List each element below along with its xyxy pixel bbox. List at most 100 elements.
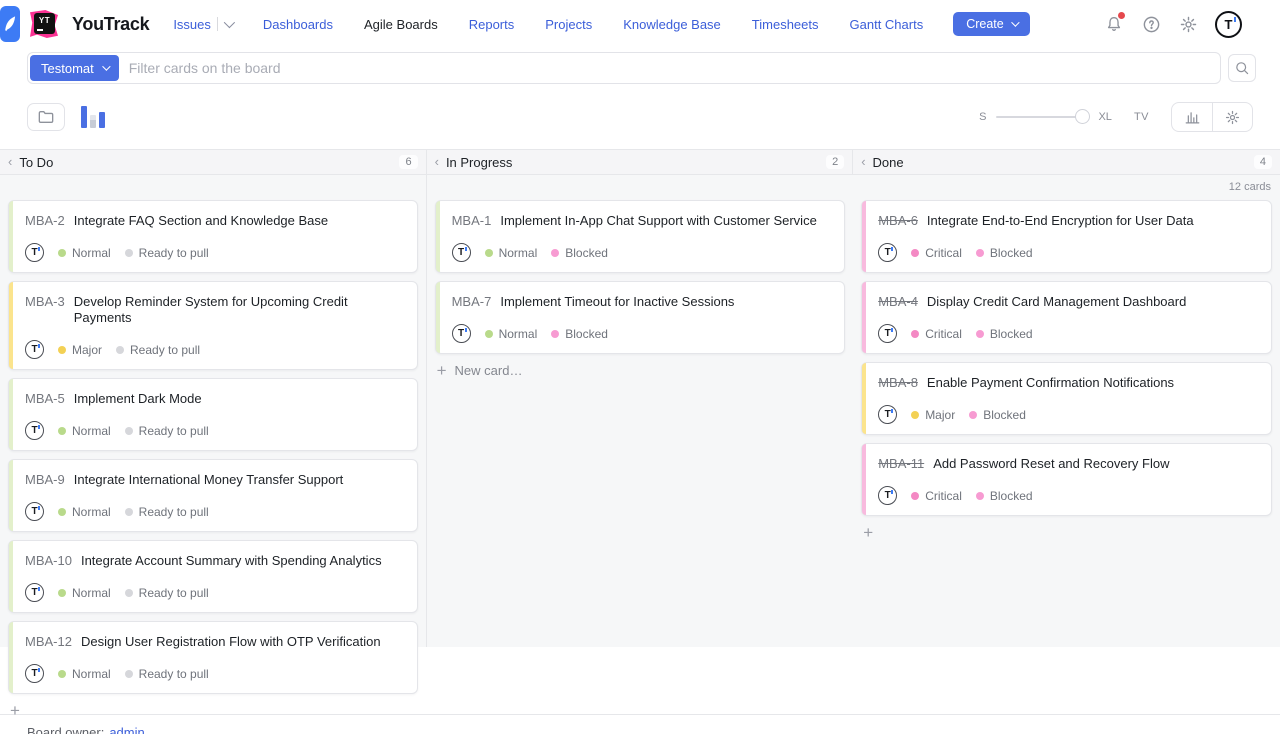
user-avatar[interactable]: T xyxy=(1215,11,1242,38)
issue-id[interactable]: MBA-9 xyxy=(25,472,65,488)
state-field[interactable]: Blocked xyxy=(969,408,1026,422)
chevron-down-icon[interactable] xyxy=(224,17,235,28)
priority-field[interactable]: Normal xyxy=(485,327,538,341)
card[interactable]: MBA-11 Add Password Reset and Recovery Fl… xyxy=(861,443,1272,516)
state-field[interactable]: Blocked xyxy=(976,489,1033,503)
card[interactable]: MBA-8 Enable Payment Confirmation Notific… xyxy=(861,362,1272,435)
card[interactable]: MBA-9 Integrate International Money Trans… xyxy=(8,459,418,532)
issue-title[interactable]: Design User Registration Flow with OTP V… xyxy=(81,634,381,650)
issue-title[interactable]: Display Credit Card Management Dashboard xyxy=(927,294,1186,310)
card[interactable]: MBA-12Design User Registration Flow with… xyxy=(8,621,418,694)
issue-title[interactable]: Add Password Reset and Recovery Flow xyxy=(933,456,1169,472)
issue-id[interactable]: MBA-11 xyxy=(878,456,924,472)
nav-agile-boards[interactable]: Agile Boards xyxy=(364,17,438,32)
card[interactable]: MBA-4 Display Credit Card Management Dash… xyxy=(861,281,1272,354)
issue-title[interactable]: Integrate Account Summary with Spending … xyxy=(81,553,382,569)
state-field[interactable]: Ready to pull xyxy=(125,424,209,438)
toolbox-feather-icon[interactable] xyxy=(0,6,20,42)
card[interactable]: MBA-6 Integrate End-to-End Encryption for… xyxy=(861,200,1272,273)
priority-field[interactable]: Major xyxy=(58,343,102,357)
state-field[interactable]: Blocked xyxy=(551,327,608,341)
slider-handle[interactable] xyxy=(1075,109,1090,124)
priority-field[interactable]: Critical xyxy=(911,489,962,503)
issue-title[interactable]: Implement Dark Mode xyxy=(74,391,202,407)
assignee-avatar[interactable]: T xyxy=(25,502,44,521)
issue-id[interactable]: MBA-3 xyxy=(25,294,65,310)
settings-gear-icon[interactable] xyxy=(1178,14,1198,34)
card[interactable]: MBA-10Integrate Account Summary with Spe… xyxy=(8,540,418,613)
issue-title[interactable]: Enable Payment Confirmation Notification… xyxy=(927,375,1174,391)
new-card-button[interactable]: +New card… xyxy=(437,362,846,379)
priority-field[interactable]: Normal xyxy=(485,246,538,260)
priority-field[interactable]: Critical xyxy=(911,327,962,341)
issue-title[interactable]: Implement In-App Chat Support with Custo… xyxy=(500,213,816,229)
state-field[interactable]: Ready to pull xyxy=(125,586,209,600)
issue-id[interactable]: MBA-2 xyxy=(25,213,65,229)
issue-title[interactable]: Develop Reminder System for Upcoming Cre… xyxy=(74,294,405,326)
card[interactable]: MBA-2 Integrate FAQ Section and Knowledge… xyxy=(8,200,418,273)
assignee-avatar[interactable]: T xyxy=(25,340,44,359)
state-field[interactable]: Blocked xyxy=(976,246,1033,260)
board-columns-icon[interactable] xyxy=(81,106,105,128)
state-field[interactable]: Ready to pull xyxy=(125,505,209,519)
new-card-button[interactable]: + xyxy=(10,702,418,719)
nav-gantt-charts[interactable]: Gantt Charts xyxy=(850,17,924,32)
priority-field[interactable]: Normal xyxy=(58,424,111,438)
new-card-button[interactable]: + xyxy=(863,524,1272,541)
assignee-avatar[interactable]: T xyxy=(878,243,897,262)
assignee-avatar[interactable]: T xyxy=(452,243,471,262)
issue-id[interactable]: MBA-7 xyxy=(452,294,492,310)
assignee-avatar[interactable]: T xyxy=(878,486,897,505)
nav-issues[interactable]: Issues xyxy=(173,17,232,32)
priority-field[interactable]: Normal xyxy=(58,667,111,681)
board-owner-link[interactable]: admin xyxy=(109,725,144,734)
assignee-avatar[interactable]: T xyxy=(452,324,471,343)
card[interactable]: MBA-3 Develop Reminder System for Upcomin… xyxy=(8,281,418,370)
chart-histogram-icon[interactable] xyxy=(1172,103,1212,131)
assignee-avatar[interactable]: T xyxy=(878,405,897,424)
assignee-avatar[interactable]: T xyxy=(878,324,897,343)
priority-field[interactable]: Normal xyxy=(58,505,111,519)
issue-title[interactable]: Integrate FAQ Section and Knowledge Base xyxy=(74,213,328,229)
issue-title[interactable]: Implement Timeout for Inactive Sessions xyxy=(500,294,734,310)
notifications-bell-icon[interactable] xyxy=(1104,14,1124,34)
assignee-avatar[interactable]: T xyxy=(25,664,44,683)
state-field[interactable]: Ready to pull xyxy=(125,246,209,260)
card-size-slider[interactable] xyxy=(996,109,1088,125)
tv-mode-button[interactable]: TV xyxy=(1134,111,1149,123)
board-selector-button[interactable]: Testomat xyxy=(30,55,119,81)
issue-id[interactable]: MBA-4 xyxy=(878,294,918,310)
issue-title[interactable]: Integrate End-to-End Encryption for User… xyxy=(927,213,1194,229)
create-button[interactable]: Create xyxy=(953,12,1030,36)
priority-field[interactable]: Normal xyxy=(58,246,111,260)
collapse-column-icon[interactable]: ‹ xyxy=(861,155,865,168)
priority-field[interactable]: Major xyxy=(911,408,955,422)
youtrack-logo-icon[interactable]: YT xyxy=(28,7,62,41)
card[interactable]: MBA-7 Implement Timeout for Inactive Sess… xyxy=(435,281,846,354)
search-button[interactable] xyxy=(1228,54,1256,82)
nav-knowledge-base[interactable]: Knowledge Base xyxy=(623,17,721,32)
issue-id[interactable]: MBA-8 xyxy=(878,375,918,391)
folder-icon[interactable] xyxy=(27,103,65,131)
issue-id[interactable]: MBA-1 xyxy=(452,213,492,229)
nav-reports[interactable]: Reports xyxy=(469,17,515,32)
issue-title[interactable]: Integrate International Money Transfer S… xyxy=(74,472,344,488)
nav-projects[interactable]: Projects xyxy=(545,17,592,32)
state-field[interactable]: Ready to pull xyxy=(125,667,209,681)
collapse-column-icon[interactable]: ‹ xyxy=(435,155,439,168)
priority-field[interactable]: Critical xyxy=(911,246,962,260)
nav-timesheets[interactable]: Timesheets xyxy=(752,17,819,32)
state-field[interactable]: Ready to pull xyxy=(116,343,200,357)
card[interactable]: MBA-5Implement Dark ModeTNormalReady to … xyxy=(8,378,418,451)
state-field[interactable]: Blocked xyxy=(551,246,608,260)
filter-cards-input[interactable] xyxy=(119,60,1218,76)
collapse-column-icon[interactable]: ‹ xyxy=(8,155,12,168)
issue-id[interactable]: MBA-6 xyxy=(878,213,918,229)
assignee-avatar[interactable]: T xyxy=(25,243,44,262)
board-settings-gear-icon[interactable] xyxy=(1212,103,1252,131)
card[interactable]: MBA-1 Implement In-App Chat Support with … xyxy=(435,200,846,273)
priority-field[interactable]: Normal xyxy=(58,586,111,600)
assignee-avatar[interactable]: T xyxy=(25,583,44,602)
assignee-avatar[interactable]: T xyxy=(25,421,44,440)
nav-dashboards[interactable]: Dashboards xyxy=(263,17,333,32)
